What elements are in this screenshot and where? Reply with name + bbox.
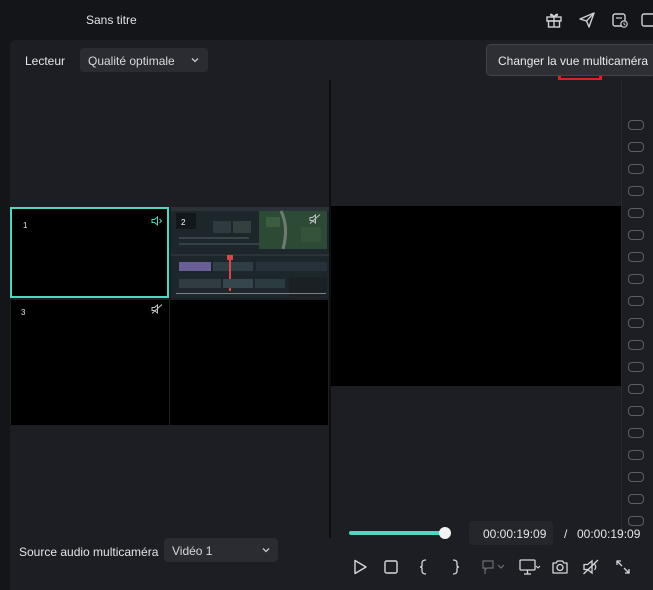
side-slot[interactable] — [628, 230, 644, 240]
side-slot[interactable] — [628, 208, 644, 218]
side-slot[interactable] — [628, 362, 644, 372]
send-icon[interactable] — [578, 11, 596, 29]
camera-2-thumbnail — [171, 207, 329, 298]
schedule-icon[interactable] — [611, 11, 629, 29]
quality-value: Qualité optimale — [88, 54, 175, 68]
side-slot[interactable] — [628, 428, 644, 438]
player-label: Lecteur — [25, 54, 66, 68]
camera-cell-3[interactable]: 3 — [11, 300, 169, 425]
side-slot[interactable] — [628, 340, 644, 350]
side-slot[interactable] — [628, 142, 644, 152]
playback-scrubber-handle[interactable] — [439, 527, 451, 539]
audio-source-label: Source audio multicaméra — [19, 545, 159, 559]
side-slot[interactable] — [628, 406, 644, 416]
speaker-muted-icon[interactable] — [309, 214, 321, 224]
multicam-grid-area: 1 2 3 — [10, 80, 329, 538]
audio-source-dropdown[interactable]: Vidéo 1 — [164, 538, 278, 562]
side-slot[interactable] — [628, 318, 644, 328]
chevron-down-icon — [191, 58, 199, 63]
play-icon[interactable] — [351, 558, 369, 576]
tooltip-text: Changer la vue multicaméra — [498, 54, 649, 68]
camera-cell-2[interactable]: 2 — [171, 207, 329, 298]
camera-snapshot-icon[interactable] — [551, 558, 569, 576]
time-separator: / — [564, 527, 568, 541]
side-slot[interactable] — [628, 186, 644, 196]
side-slot[interactable] — [628, 516, 644, 526]
camera-number: 3 — [21, 308, 26, 317]
current-time: 00:00:19:09 — [483, 527, 547, 541]
side-slot[interactable] — [628, 494, 644, 504]
current-time-box[interactable]: 00:00:19:09 — [469, 521, 553, 545]
camera-cell-1[interactable]: 1 — [10, 207, 169, 298]
marker-dropdown-icon[interactable] — [480, 558, 508, 576]
audio-source-value: Vidéo 1 — [172, 544, 213, 558]
menu-icon[interactable] — [640, 11, 653, 29]
gift-icon[interactable] — [545, 11, 563, 29]
playback-progress-bar[interactable] — [349, 531, 445, 535]
window-title: Sans titre — [86, 13, 137, 27]
speaker-icon[interactable] — [151, 216, 163, 226]
camera-number: 1 — [23, 221, 28, 230]
stop-icon[interactable] — [382, 558, 400, 576]
side-slot[interactable] — [628, 274, 644, 284]
mark-in-icon[interactable] — [415, 558, 433, 576]
quality-dropdown[interactable]: Qualité optimale — [80, 48, 208, 72]
chevron-down-icon — [262, 548, 270, 553]
side-slot[interactable] — [628, 472, 644, 482]
side-slot[interactable] — [628, 164, 644, 174]
side-slot[interactable] — [628, 384, 644, 394]
player-panel: Lecteur Qualité optimale 1 2 3 Source au… — [10, 40, 653, 590]
side-slot[interactable] — [628, 450, 644, 460]
camera-cell-4[interactable] — [170, 300, 328, 425]
audio-muted-icon[interactable] — [582, 558, 600, 576]
multicam-tooltip: Changer la vue multicaméra — [486, 44, 653, 76]
camera-number: 2 — [181, 218, 186, 227]
side-slot[interactable] — [628, 296, 644, 306]
main-preview-video — [331, 206, 621, 386]
side-toolbar — [621, 80, 653, 538]
side-slot[interactable] — [628, 252, 644, 262]
total-time: 00:00:19:09 — [577, 527, 641, 541]
mark-out-icon[interactable] — [446, 558, 464, 576]
side-slot[interactable] — [628, 120, 644, 130]
speaker-muted-icon[interactable] — [151, 304, 163, 314]
display-settings-icon[interactable] — [518, 558, 542, 576]
fullscreen-icon[interactable] — [614, 558, 632, 576]
title-bar: Sans titre — [0, 0, 653, 40]
